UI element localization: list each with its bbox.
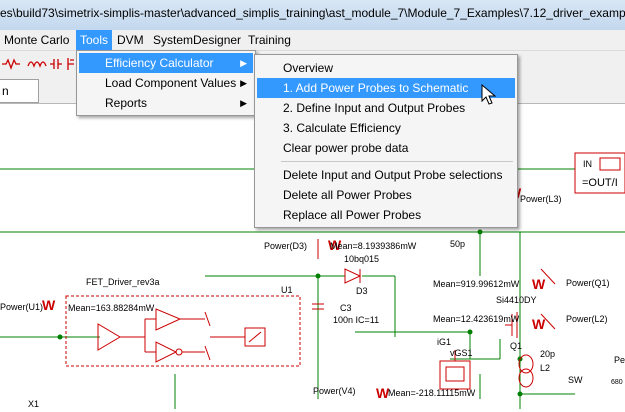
svg-text:10bq015: 10bq015 [344,254,379,264]
svg-text:Power(U1): Power(U1) [0,302,43,312]
svg-text:680: 680 [611,379,623,386]
submenu-arrow-icon: ▶ [240,58,247,68]
menu-monte-carlo[interactable]: Monte Carlo [0,30,73,50]
svg-text:U1: U1 [281,285,293,295]
window-title: es\build73\simetrix-simplis-master\advan… [0,6,625,20]
efficiency-calculator-submenu: Overview 1. Add Power Probes to Schemati… [254,54,518,228]
power-probe-q1-icon: W [532,276,546,292]
menu-item-define-probes[interactable]: 2. Define Input and Output Probes [257,98,515,118]
svg-text:Power(D3): Power(D3) [264,241,307,251]
svg-text:Mean=12.423619mW: Mean=12.423619mW [433,314,520,324]
menu-item-efficiency-calculator[interactable]: Efficiency Calculator ▶ [79,53,253,73]
submenu-arrow-icon: ▶ [240,78,247,88]
tab-schematic[interactable]: n [0,79,39,103]
svg-text:IN: IN [583,159,592,169]
svg-text:Si4410DY: Si4410DY [496,295,537,305]
svg-text:L2: L2 [540,363,550,373]
svg-text:Pe: Pe [614,355,625,365]
svg-text:Power(V4): Power(V4) [313,386,356,396]
inductor-icon [27,61,47,68]
svg-text:vGS1: vGS1 [450,348,473,358]
menu-item-delete-io-selections[interactable]: Delete Input and Output Probe selections [257,165,515,185]
menu-training[interactable]: Training [244,30,295,50]
svg-text:Mean=-218.11115mW: Mean=-218.11115mW [388,388,476,398]
svg-text:100n IC=11: 100n IC=11 [333,315,379,325]
svg-text:iG1: iG1 [437,337,451,347]
menu-dvm[interactable]: DVM [113,30,148,50]
svg-text:Power(Q1): Power(Q1) [566,278,610,288]
transistor-icon [67,58,74,70]
svg-text:C3: C3 [340,303,352,313]
svg-text:Mean=163.88284mW: Mean=163.88284mW [68,303,155,313]
svg-text:SW: SW [568,375,583,385]
menu-item-overview[interactable]: Overview [257,58,515,78]
svg-text:50p: 50p [450,239,465,249]
menu-item-replace-all-probes[interactable]: Replace all Power Probes [257,205,515,225]
menu-bar: Monte Carlo Tools DVM SystemDesigner Tra… [0,30,625,51]
svg-text:Q1: Q1 [510,341,522,351]
svg-text:=OUT/I: =OUT/I [582,177,618,189]
menu-item-delete-all-probes[interactable]: Delete all Power Probes [257,185,515,205]
svg-text:20p: 20p [540,349,555,359]
menu-item-calculate-efficiency[interactable]: 3. Calculate Efficiency [257,118,515,138]
power-probe-l2-icon: W [532,316,546,332]
svg-text:X1: X1 [28,399,39,409]
toolbar-component-icons[interactable] [0,53,80,75]
svg-text:D3: D3 [356,286,368,296]
menu-item-clear-probe-data[interactable]: Clear power probe data [257,138,515,158]
svg-text:Power(L2): Power(L2) [566,314,608,324]
submenu-arrow-icon: ▶ [240,98,247,108]
menu-separator [281,161,513,162]
power-probe-u1-icon: W [42,297,56,313]
resistor-icon [2,58,20,70]
mouse-cursor-icon [481,84,497,105]
capacitor-icon [50,59,62,69]
title-bar: es\build73\simetrix-simplis-master\advan… [0,0,625,31]
menu-systemdesigner[interactable]: SystemDesigner [149,30,245,50]
menu-item-load-component-values[interactable]: Load Component Values ▶ [79,73,253,93]
diode-d3 [344,268,362,284]
menu-tools[interactable]: Tools [76,30,113,50]
svg-text:FET_Driver_rev3a: FET_Driver_rev3a [86,277,160,287]
svg-text:Mean=8.1939386mW: Mean=8.1939386mW [330,241,417,251]
svg-text:Power(L3): Power(L3) [520,194,562,204]
menu-item-reports[interactable]: Reports ▶ [79,93,253,113]
tools-menu: Efficiency Calculator ▶ Load Component V… [76,50,256,116]
menu-item-add-power-probes[interactable]: 1. Add Power Probes to Schematic [257,78,515,98]
svg-text:Mean=919.99612mW: Mean=919.99612mW [433,279,520,289]
